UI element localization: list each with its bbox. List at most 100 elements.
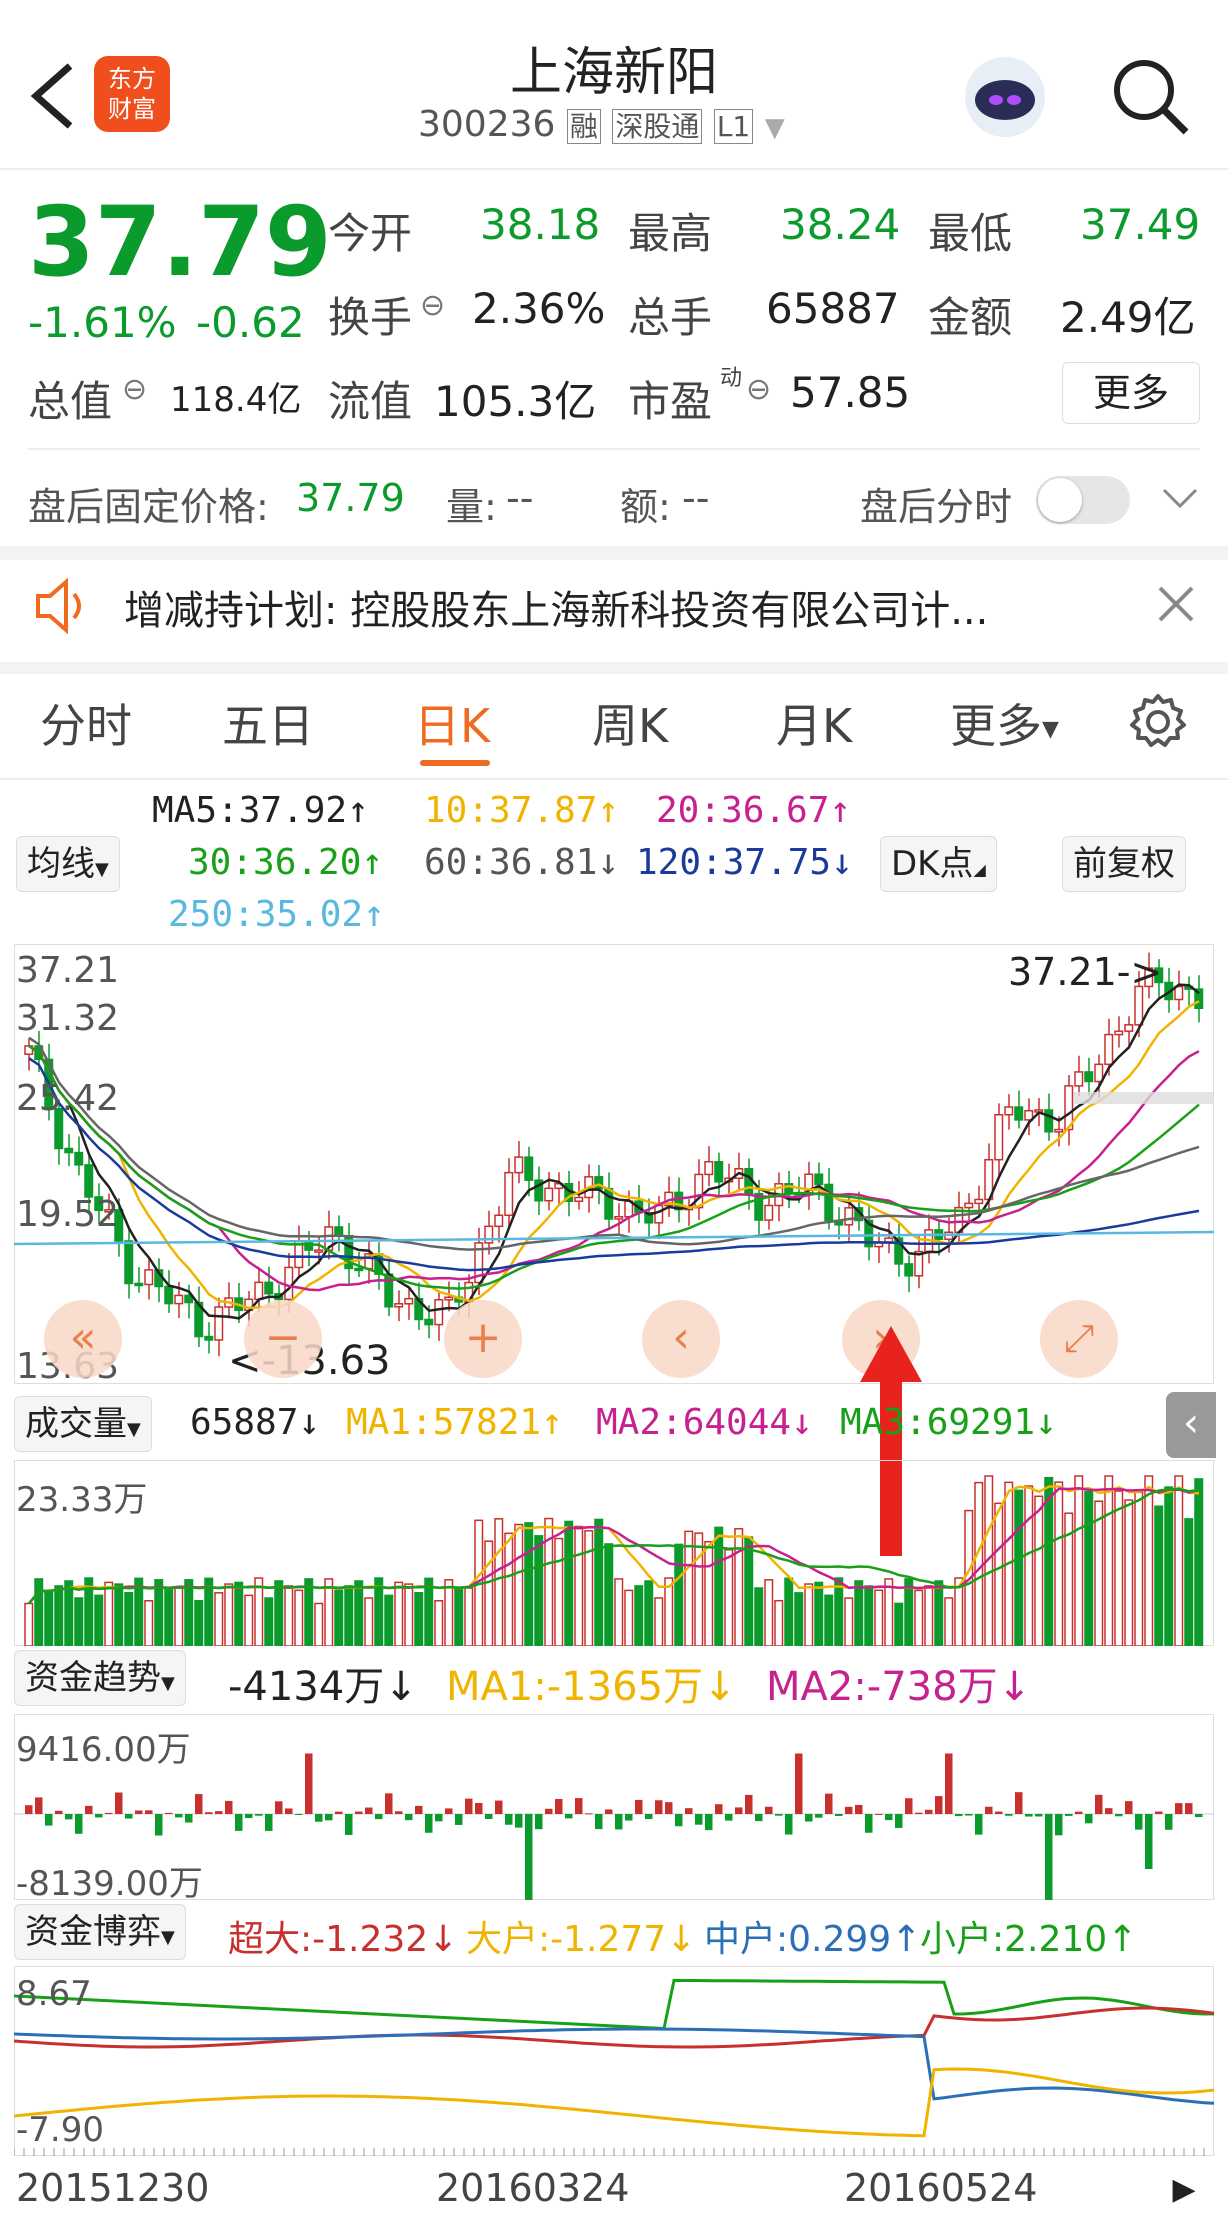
tab-five-day[interactable]: 五日 [222,690,314,756]
fullscreen-icon[interactable]: ⤢ [1040,1300,1118,1378]
dk-point-label: DK点 [891,844,974,884]
after-hours-amount-label: 额: [620,485,671,529]
ma30-label: 30:36.20↑ [188,842,384,883]
fund-bar [155,1814,163,1836]
gear-icon[interactable] [1128,692,1188,752]
after-hours-label: 盘后固定价格: [28,485,269,529]
volume-bar [664,1577,674,1646]
rewind-icon[interactable]: « [44,1300,122,1378]
fund-trend-selector[interactable]: 资金趋势▼ [14,1650,186,1706]
search-icon[interactable] [1108,54,1192,138]
scroll-right-icon[interactable]: ▶ [1160,2172,1208,2214]
fund-game-selector[interactable]: 资金博弈▼ [14,1904,186,1960]
fund-game-top-label: 8.67 [16,1974,92,2014]
robot-avatar-icon[interactable] [962,54,1048,140]
candle-body [1044,1109,1054,1133]
volume-bar [324,1578,334,1646]
ma-selector[interactable]: 均线▼ [16,836,120,892]
zoom-in-icon[interactable]: + [444,1300,522,1378]
candlestick-chart[interactable] [14,944,1214,1384]
info-icon[interactable]: ⊖ [420,288,445,323]
volume-bar [274,1580,284,1646]
volume-bar [534,1535,544,1646]
fund-bar [415,1805,423,1814]
volume-bar [214,1592,224,1646]
fund-bar [1005,1814,1013,1816]
ma10-label: 10:37.87↑ [424,790,620,831]
notice-text[interactable]: 增减持计划: 控股股东上海新科投资有限公司计... [124,578,988,636]
info-icon[interactable]: ⊖ [122,372,147,407]
fund-game-line [14,1978,1214,2031]
tab-intraday[interactable]: 分时 [40,690,132,756]
fund-bar [815,1814,823,1818]
more-button[interactable]: 更多 [1062,362,1200,424]
fund-bar [275,1801,283,1814]
caret-icon: ▼ [161,1673,175,1694]
candle-body [84,1164,94,1198]
fund-bar [1125,1801,1133,1814]
volume-bar [394,1581,404,1646]
tab-weekly-k[interactable]: 周K [592,690,668,756]
fund-bar [215,1811,223,1814]
fund-bar [485,1814,493,1819]
tab-more[interactable]: 更多▼ [950,690,1059,756]
ma5-label: MA5:37.92↑ [152,790,369,831]
volume-bar [34,1578,44,1646]
prev-icon[interactable]: ‹ [642,1300,720,1378]
ma20-label: 20:36.67↑ [656,790,852,831]
candle-body [974,1198,984,1205]
close-icon[interactable] [1156,584,1196,624]
fund-bar [265,1814,273,1831]
fund-bar [125,1814,133,1819]
ma-line [28,1044,1200,1292]
candle-body [504,1171,514,1217]
candle-body [264,1281,274,1295]
fund-bar [445,1808,453,1814]
adjust-button[interactable]: 前复权 [1062,836,1186,892]
high-label: 最高 [628,209,713,258]
volume-bar [174,1587,184,1646]
fund-bar [1035,1814,1043,1817]
volume-chart[interactable] [14,1460,1214,1646]
chevron-down-icon[interactable] [1160,484,1200,514]
volume-bar [54,1585,64,1646]
dk-point-button[interactable]: DK点◢ [880,836,997,892]
volume-ma1: MA1:57821↑ [346,1402,563,1443]
volume-bar [874,1589,884,1646]
tab-monthly-k[interactable]: 月K [776,690,852,756]
fund-bar [375,1814,383,1820]
info-icon[interactable]: ⊖ [746,372,771,407]
dropdown-icon[interactable]: ▼ [765,113,785,143]
volume-bar [674,1543,684,1646]
volume-bar [924,1585,934,1646]
volume-bar [774,1599,784,1646]
volume-selector[interactable]: 成交量▼ [14,1396,152,1452]
volume-bar [554,1537,564,1646]
volume-bar [104,1581,114,1646]
volume-bar [684,1530,694,1646]
fund-bar [1045,1814,1053,1900]
candle-body [394,1303,404,1308]
fund-bar [615,1814,623,1830]
fund-bar [515,1814,523,1828]
fund-bar [915,1812,923,1814]
volume-bar [634,1585,644,1646]
candle-body [654,1204,664,1224]
fund-bar [795,1753,803,1814]
fund-bar [1195,1814,1203,1818]
fund-bar [325,1814,333,1821]
fund-bar [455,1814,463,1825]
zoom-out-icon[interactable]: − [244,1300,322,1378]
tab-daily-k[interactable]: 日K [414,690,490,756]
fund-bar [835,1814,843,1817]
volume-bar [94,1594,104,1646]
after-hours-toggle[interactable] [1036,476,1130,524]
fund-game-chart[interactable] [14,1966,1214,2156]
fund-bar [145,1810,153,1814]
fund-bar [425,1814,433,1833]
collapse-side-button[interactable]: ‹ [1166,1392,1216,1458]
candle-body [144,1269,154,1286]
fund-bar [525,1814,533,1900]
fund-bar [1165,1814,1173,1830]
fund-bar [175,1814,183,1818]
